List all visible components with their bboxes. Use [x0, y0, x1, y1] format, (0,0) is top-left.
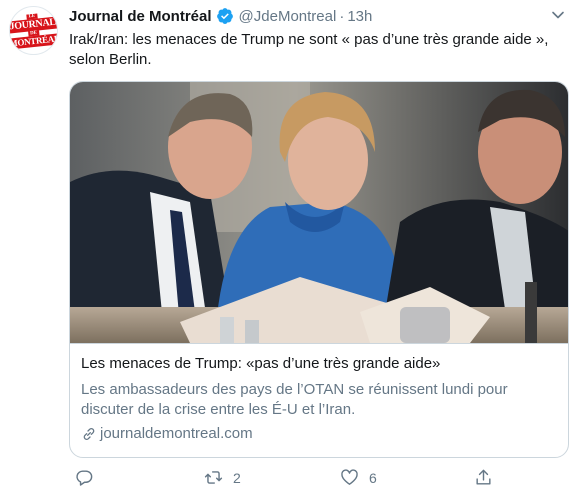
retweet-count: 2 — [233, 469, 241, 486]
reply-icon — [76, 470, 93, 486]
author-handle[interactable]: @JdeMontreal — [239, 8, 337, 25]
share-button[interactable] — [474, 468, 493, 487]
like-button[interactable]: 6 — [340, 468, 377, 487]
card-image[interactable] — [70, 82, 569, 343]
retweet-icon — [204, 471, 223, 484]
share-icon — [476, 469, 491, 485]
link-icon — [83, 427, 95, 440]
card-description: Les ambassadeurs des pays de l’OTAN se r… — [81, 381, 508, 418]
tweet-timestamp[interactable]: 13h — [347, 8, 372, 25]
journal-de-montreal-logo: LE JOURNAL DE MONTRÉAL — [10, 11, 57, 50]
card-domain[interactable]: journaldemontreal.com — [81, 425, 559, 442]
like-count: 6 — [369, 469, 377, 486]
chevron-down-icon[interactable] — [551, 8, 565, 22]
card-body[interactable]: Les menaces de Trump: «pas d’une très gr… — [70, 343, 568, 457]
tweet-actions: 2 6 — [69, 468, 569, 492]
retweet-button[interactable]: 2 — [204, 468, 241, 487]
verified-badge-icon — [216, 7, 234, 25]
tweet-text: Irak/Iran: les menaces de Trump ne sont … — [69, 31, 549, 68]
separator-dot: · — [339, 7, 345, 25]
author-name[interactable]: Journal de Montréal — [69, 8, 212, 25]
avatar[interactable]: LE JOURNAL DE MONTRÉAL — [9, 6, 58, 55]
link-card[interactable]: Les menaces de Trump: «pas d’une très gr… — [69, 81, 569, 458]
card-domain-text: journaldemontreal.com — [100, 425, 253, 442]
logo-line-4: MONTRÉAL — [10, 33, 57, 50]
tweet-header: Journal de Montréal @JdeMontreal · 13h — [69, 5, 372, 27]
reply-button[interactable] — [75, 468, 104, 487]
card-title[interactable]: Les menaces de Trump: «pas d’une très gr… — [81, 354, 559, 374]
like-icon — [341, 469, 358, 485]
